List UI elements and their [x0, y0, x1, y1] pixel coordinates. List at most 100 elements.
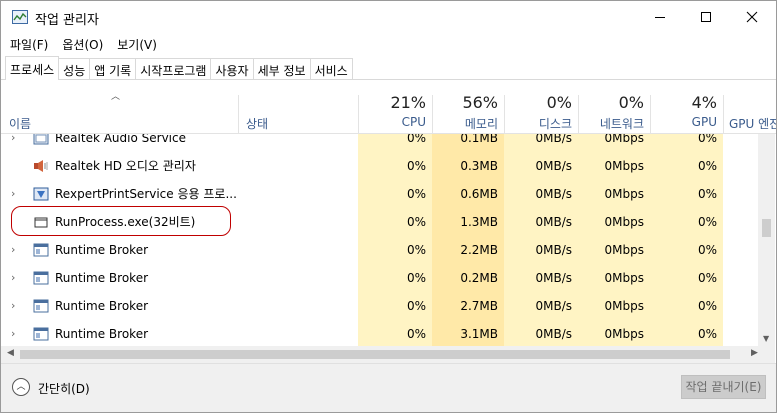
tab-startup[interactable]: 시작프로그램	[135, 58, 212, 79]
process-row[interactable]: › Runtime Broker 0% 3.1MB 0MB/s 0Mbps 0%	[1, 320, 758, 346]
disk-cell: 0MB/s	[535, 159, 572, 173]
process-row[interactable]: › RexpertPrintService 응용 프로... 0% 0.6MB 0MB/…	[1, 180, 758, 208]
printer-app-icon	[33, 187, 49, 201]
expand-chevron-icon[interactable]: ›	[11, 320, 15, 346]
column-header-network[interactable]: 0% 네트워크	[578, 81, 650, 133]
tab-divider	[1, 79, 776, 80]
maximize-button[interactable]	[683, 1, 729, 33]
gpu-cell: 0%	[697, 187, 717, 201]
column-header-status[interactable]: 상태	[238, 81, 358, 133]
column-header-name[interactable]: 이름	[1, 81, 238, 133]
column-header-memory[interactable]: 56% 메모리	[432, 81, 504, 133]
process-name: Runtime Broker	[55, 271, 149, 285]
expand-chevron-icon[interactable]: ›	[11, 292, 15, 320]
network-cell: 0Mbps	[604, 159, 644, 173]
expand-chevron-icon[interactable]: ›	[11, 134, 15, 152]
menu-view[interactable]: 보기(V)	[108, 33, 162, 55]
tab-details[interactable]: 세부 정보	[252, 58, 311, 79]
window-title: 작업 관리자	[35, 13, 99, 28]
menu-options[interactable]: 옵션(O)	[53, 33, 108, 55]
horizontal-scroll-thumb[interactable]	[20, 350, 730, 359]
end-task-button[interactable]: 작업 끝내기(E)	[681, 375, 766, 399]
memory-cell: 2.2MB	[460, 243, 498, 257]
disk-cell: 0MB/s	[535, 299, 572, 313]
title-bar: 작업 관리자	[1, 1, 776, 33]
process-name: Runtime Broker	[55, 243, 149, 257]
column-header-disk[interactable]: 0% 디스크	[504, 81, 578, 133]
network-cell: 0Mbps	[604, 243, 644, 257]
close-icon	[746, 11, 758, 23]
disk-cell: 0MB/s	[535, 243, 572, 257]
task-manager-window: 작업 관리자 파일(F) 옵션(O) 보기(V) 프로세스 성능 앱 기록 시작…	[0, 0, 777, 413]
network-cell: 0Mbps	[604, 327, 644, 341]
column-header-gpu-engine[interactable]: GPU 엔진	[723, 81, 776, 133]
memory-cell: 2.7MB	[460, 299, 498, 313]
service-icon	[33, 134, 49, 145]
disk-total-percent: 0%	[546, 93, 572, 112]
disk-cell: 0MB/s	[535, 215, 572, 229]
cpu-cell: 0%	[406, 159, 426, 173]
disk-cell: 0MB/s	[535, 271, 572, 285]
process-name: Runtime Broker	[55, 299, 149, 313]
menu-bar: 파일(F) 옵션(O) 보기(V)	[1, 33, 776, 55]
minimize-icon	[655, 16, 665, 18]
gpu-total-percent: 4%	[691, 93, 717, 112]
expand-chevron-icon[interactable]: ›	[11, 264, 15, 292]
column-header-cpu[interactable]: 21% CPU	[358, 81, 432, 133]
table-header: ︿ 이름 상태 21% CPU 56% 메모리 0% 디스크 0% 네트워크 4…	[1, 81, 776, 134]
disk-cell: 0MB/s	[535, 187, 572, 201]
gpu-cell: 0%	[697, 134, 717, 145]
chevron-up-icon[interactable]: ︿	[12, 378, 30, 396]
speaker-icon	[33, 159, 49, 173]
column-header-gpu[interactable]: 4% GPU	[650, 81, 723, 133]
process-name: Realtek Audio Service	[55, 134, 186, 145]
memory-label: 메모리	[464, 117, 498, 131]
tab-processes[interactable]: 프로세스	[5, 56, 60, 80]
cpu-cell: 0%	[406, 299, 426, 313]
expand-chevron-icon[interactable]: ›	[11, 180, 15, 208]
gpu-cell: 0%	[697, 327, 717, 341]
tab-bar: 프로세스 성능 앱 기록 시작프로그램 사용자 세부 정보 서비스	[5, 56, 353, 80]
cpu-cell: 0%	[406, 187, 426, 201]
scroll-down-icon[interactable]: ▼	[763, 334, 769, 343]
menu-file[interactable]: 파일(F)	[1, 33, 53, 55]
network-cell: 0Mbps	[604, 134, 644, 145]
scroll-left-icon[interactable]: ◀	[7, 348, 14, 358]
horizontal-scrollbar[interactable]: ◀ ▶	[1, 346, 775, 363]
network-cell: 0Mbps	[604, 187, 644, 201]
process-row[interactable]: › Runtime Broker 0% 2.7MB 0MB/s 0Mbps 0%	[1, 292, 758, 320]
tab-users[interactable]: 사용자	[210, 58, 254, 79]
cpu-cell: 0%	[406, 271, 426, 285]
tab-performance[interactable]: 성능	[58, 58, 91, 79]
memory-cell: 0.1MB	[460, 134, 498, 145]
close-button[interactable]	[729, 1, 775, 33]
cpu-total-percent: 21%	[390, 93, 426, 112]
window-app-icon	[33, 299, 49, 313]
memory-cell: 1.3MB	[460, 215, 498, 229]
network-cell: 0Mbps	[604, 299, 644, 313]
expand-chevron-icon[interactable]: ›	[11, 236, 15, 264]
process-row[interactable]: Realtek HD 오디오 관리자 0% 0.3MB 0MB/s 0Mbps 0%	[1, 152, 758, 180]
gpu-cell: 0%	[697, 215, 717, 229]
vertical-scroll-thumb[interactable]	[762, 219, 771, 237]
process-name: RexpertPrintService 응용 프로...	[55, 187, 237, 201]
cpu-cell: 0%	[406, 243, 426, 257]
process-list: › Realtek Audio Service 0% 0.1MB 0MB/s 0Mbps 0…	[1, 134, 758, 346]
gpu-label: GPU	[691, 115, 717, 129]
bottom-bar: ︿ 간단히(D) 작업 끝내기(E)	[1, 363, 776, 412]
vertical-scrollbar[interactable]: ▼	[758, 134, 775, 346]
memory-cell: 0.3MB	[460, 159, 498, 173]
process-row[interactable]: › Runtime Broker 0% 0.2MB 0MB/s 0Mbps 0%	[1, 264, 758, 292]
process-row[interactable]: › Realtek Audio Service 0% 0.1MB 0MB/s 0Mbps 0…	[1, 134, 758, 152]
minimize-button[interactable]	[637, 1, 683, 33]
tab-services[interactable]: 서비스	[309, 58, 353, 79]
tab-app-history[interactable]: 앱 기록	[89, 58, 137, 79]
memory-total-percent: 56%	[462, 93, 498, 112]
cpu-cell: 0%	[406, 327, 426, 341]
network-label: 네트워크	[599, 117, 644, 131]
window-app-icon	[33, 243, 49, 257]
scroll-right-icon[interactable]: ▶	[751, 348, 758, 358]
gpu-cell: 0%	[697, 159, 717, 173]
fewer-details-link[interactable]: 간단히(D)	[38, 380, 90, 397]
process-row[interactable]: › Runtime Broker 0% 2.2MB 0MB/s 0Mbps 0%	[1, 236, 758, 264]
